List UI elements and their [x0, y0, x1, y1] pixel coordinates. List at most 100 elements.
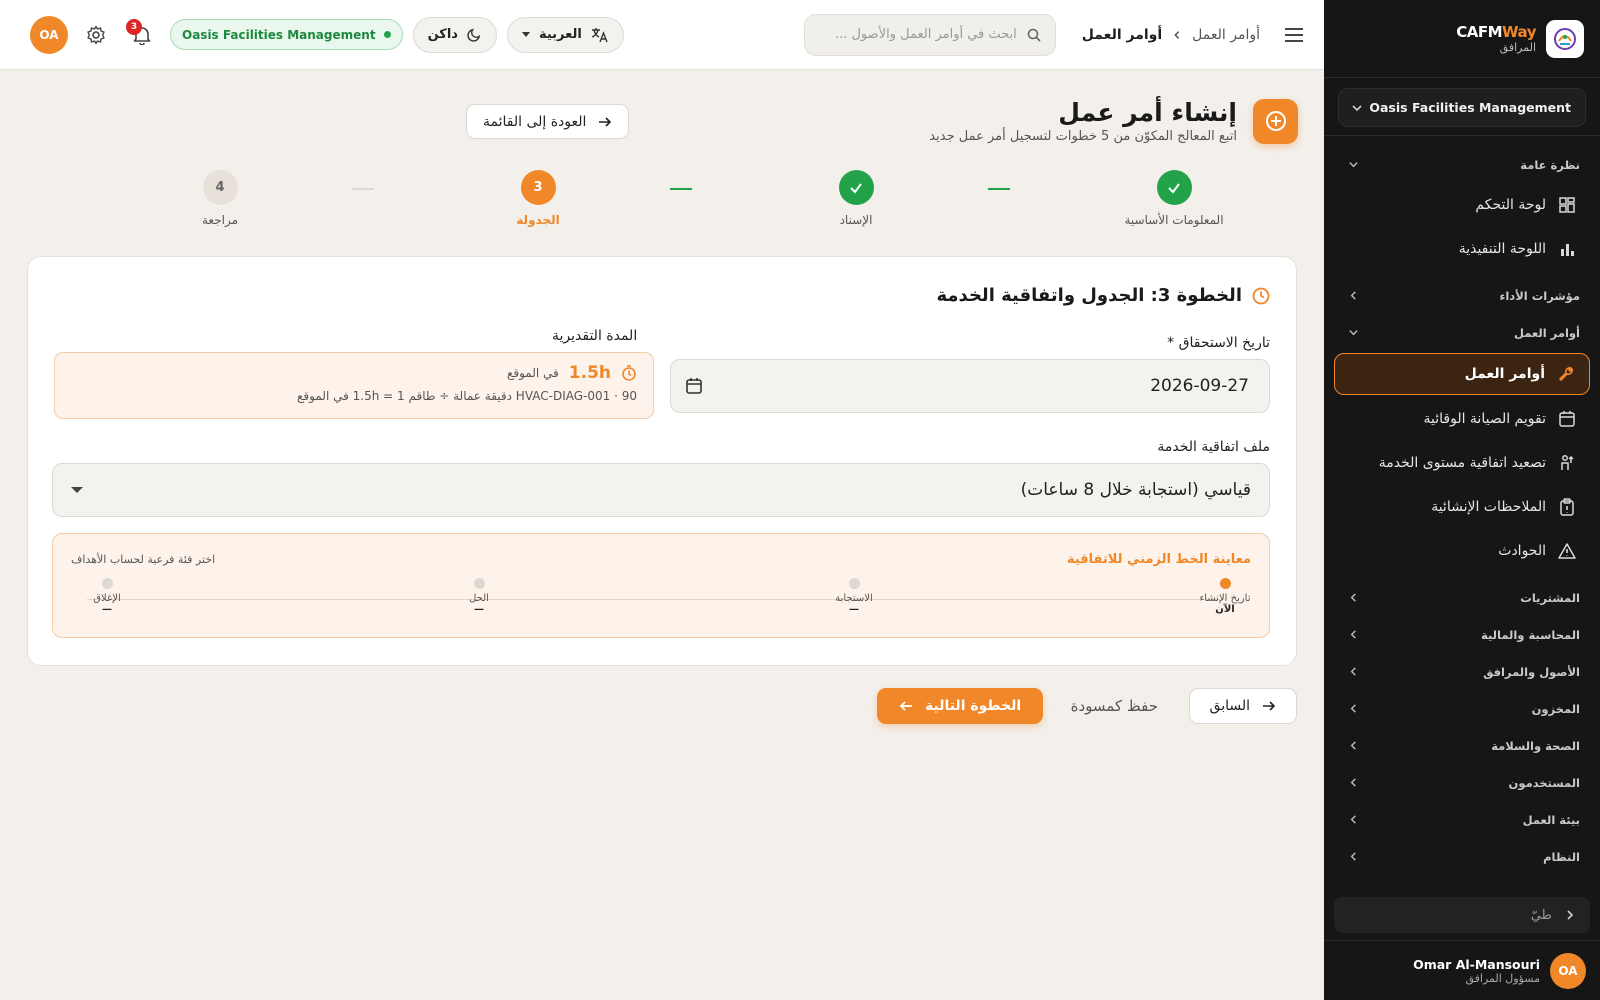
timeline-hint: اختر فئة فرعية لحساب الأهداف — [71, 553, 216, 566]
group-work-orders[interactable]: أوامر العمل — [1324, 314, 1600, 351]
page-subtitle: اتبع المعالج المكوّن من 5 خطوات لتسجيل أ… — [929, 129, 1237, 144]
previous-button[interactable]: السابق — [1188, 688, 1297, 724]
card-title: الخطوة 3: الجدول واتفاقية الخدمة — [937, 285, 1271, 306]
translate-icon — [591, 27, 608, 42]
next-step-button[interactable]: الخطوة التالية — [877, 688, 1044, 724]
search-input[interactable]: ابحث في أوامر العمل والأصول ... — [803, 13, 1056, 56]
step-review[interactable]: 4 مراجعة — [140, 170, 300, 227]
org-switcher-label: Oasis Facilities Management — [1369, 100, 1571, 115]
settings-button[interactable] — [78, 17, 114, 53]
chevron-down-icon — [1352, 104, 1362, 111]
back-to-list-button[interactable]: العودة إلى القائمة — [466, 104, 630, 139]
group-users[interactable]: المستخدمون — [1324, 764, 1600, 801]
avatar: OA — [1550, 952, 1586, 989]
caret-down-icon — [521, 32, 530, 37]
duration-label: المدة التقديرية — [552, 328, 638, 344]
timeline-track — [87, 599, 1225, 600]
calendar-icon[interactable] — [685, 377, 703, 395]
notifications-button[interactable]: 3 — [124, 17, 160, 53]
group-accounting[interactable]: المحاسبة والمالية — [1324, 616, 1600, 653]
chevron-left-icon — [1350, 704, 1356, 713]
group-system[interactable]: النظام — [1324, 838, 1600, 875]
gear-icon — [87, 25, 105, 44]
chevron-left-icon — [1350, 741, 1356, 750]
sidebar-item-pm-calendar[interactable]: تقويم الصيانة الوقائية — [1324, 397, 1600, 441]
wizard-actions: السابق حفظ كمسودة الخطوة التالية — [0, 688, 1324, 724]
plus-circle-icon — [1253, 98, 1298, 144]
step-scheduling[interactable]: 3 الجدولة — [458, 170, 618, 227]
main-content: إنشاء أمر عمل اتبع المعالج المكوّن من 5 … — [0, 70, 1324, 1000]
dashboard-grid-icon — [1558, 196, 1576, 214]
chevron-left-icon — [1350, 852, 1356, 861]
brand-logo-icon — [1546, 19, 1584, 58]
sidebar: CAFMWay المرافق Oasis Facilities Managem… — [1324, 0, 1600, 1000]
group-procurement[interactable]: المشتريات — [1324, 579, 1600, 616]
breadcrumb-parent[interactable]: أوامر العمل — [1192, 27, 1260, 43]
page-title: إنشاء أمر عمل — [1058, 98, 1237, 127]
chevron-left-icon — [1350, 291, 1356, 300]
duration-estimate: 1.5h في الموقع HVAC-DIAG-001 · 90 دقيقة … — [54, 352, 654, 419]
stopwatch-icon — [622, 365, 636, 381]
sidebar-item-work-orders[interactable]: أوامر العمل — [1334, 353, 1590, 395]
step-connector — [352, 188, 374, 190]
menu-toggle-icon[interactable] — [1282, 23, 1306, 47]
chevron-right-icon — [1567, 910, 1574, 920]
sidebar-user[interactable]: OA Omar Al-Mansouri مسؤول المرافق — [1324, 940, 1600, 1000]
calendar-icon — [1558, 410, 1576, 428]
due-date-input[interactable]: 2026-09-27 — [670, 359, 1270, 413]
org-switcher[interactable]: Oasis Facilities Management — [1338, 88, 1586, 127]
sla-profile-select[interactable]: قياسي (استجابة خلال 8 ساعات) — [52, 463, 1270, 517]
theme-toggle[interactable]: داكن — [412, 16, 497, 53]
bar-chart-icon — [1558, 240, 1576, 258]
header-avatar[interactable]: OA — [30, 15, 68, 54]
group-hse[interactable]: الصحة والسلامة — [1324, 727, 1600, 764]
due-date-value: 2026-09-27 — [1150, 376, 1249, 396]
sla-profile-value: قياسي (استجابة خلال 8 ساعات) — [1020, 480, 1251, 500]
schedule-sla-card: الخطوة 3: الجدول واتفاقية الخدمة تاريخ ا… — [27, 256, 1297, 666]
sla-timeline-preview: معاينة الخط الزمني للاتفاقية اختر فئة فر… — [52, 533, 1270, 638]
search-placeholder: ابحث في أوامر العمل والأصول ... — [834, 27, 1017, 42]
user-role: مسؤول المرافق — [1465, 971, 1540, 985]
timeline-node-created: تاريخ الإنشاء الآن — [1190, 578, 1260, 615]
chevron-left-icon — [1350, 815, 1356, 824]
breadcrumb-current: أوامر العمل — [1081, 26, 1163, 43]
check-icon — [838, 170, 874, 205]
brand-name: CAFMWay — [1456, 23, 1536, 41]
top-header: أوامر العمل أوامر العمل ابحث في أوامر ال… — [0, 0, 1324, 70]
org-status-badge: Oasis Facilities Management — [170, 19, 403, 50]
sidebar-item-sla-escalation[interactable]: تصعيد اتفاقية مستوى الخدمة — [1324, 441, 1600, 485]
brand-subtitle: المرافق — [1499, 41, 1536, 54]
step-assignment[interactable]: الإسناد — [776, 170, 936, 227]
group-kpis[interactable]: مؤشرات الأداء — [1324, 277, 1600, 314]
page-header: إنشاء أمر عمل اتبع المعالج المكوّن من 5 … — [929, 98, 1298, 144]
step-basic-info[interactable]: المعلومات الأساسية — [1094, 170, 1254, 227]
group-inventory[interactable]: المخزون — [1324, 690, 1600, 727]
group-environment[interactable]: بيئة العمل — [1324, 801, 1600, 838]
moon-icon — [467, 28, 481, 42]
user-name: Omar Al-Mansouri — [1413, 956, 1540, 972]
sla-profile-label: ملف اتفاقية الخدمة — [1157, 439, 1270, 455]
sidebar-item-dashboard[interactable]: لوحة التحكم — [1324, 183, 1600, 227]
sidebar-item-executive[interactable]: اللوحة التنفيذية — [1324, 227, 1600, 271]
chevron-left-icon — [1350, 593, 1356, 602]
chevron-down-icon — [1349, 330, 1358, 336]
sidebar-collapse-button[interactable]: طيّ — [1334, 897, 1590, 933]
duration-formula: HVAC-DIAG-001 · 90 دقيقة عمالة ÷ طاقم 1 … — [297, 389, 637, 403]
duration-location: في الموقع — [506, 366, 559, 380]
group-assets[interactable]: الأصول والمرافق — [1324, 653, 1600, 690]
timeline-node-closure: الإغلاق — — [72, 578, 142, 615]
group-overview[interactable]: نظرة عامة — [1324, 146, 1600, 183]
escalation-person-icon — [1558, 454, 1576, 472]
due-date-label: تاريخ الاستحقاق * — [1167, 335, 1270, 351]
chevron-left-icon — [1174, 30, 1180, 39]
check-icon — [1156, 170, 1192, 205]
clipboard-icon — [1558, 498, 1576, 516]
sidebar-item-incidents[interactable]: الحوادث — [1324, 529, 1600, 573]
wizard-stepper: المعلومات الأساسية الإسناد 3 الجدولة 4 م… — [0, 170, 1324, 230]
brand[interactable]: CAFMWay المرافق — [1324, 0, 1600, 78]
chevron-left-icon — [1350, 630, 1356, 639]
save-draft-button[interactable]: حفظ كمسودة — [1071, 688, 1158, 724]
clock-icon — [1252, 287, 1270, 304]
sidebar-item-snags[interactable]: الملاحظات الإنشائية — [1324, 485, 1600, 529]
language-selector[interactable]: العربية — [506, 16, 624, 53]
